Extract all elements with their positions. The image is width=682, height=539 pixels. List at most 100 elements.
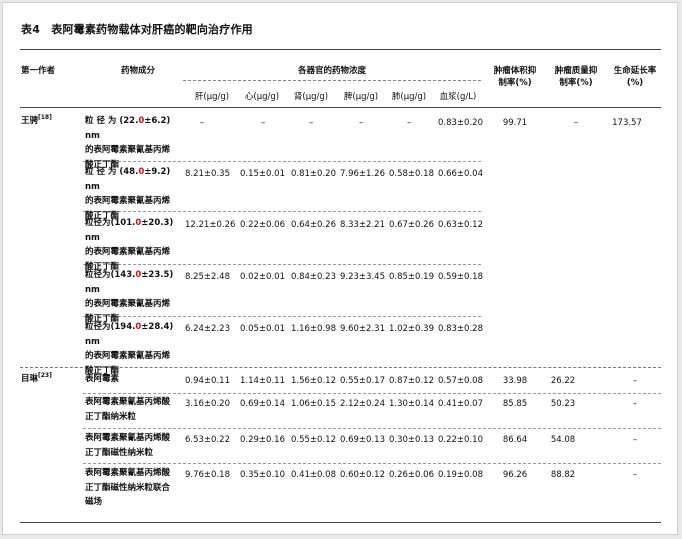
drug-line: 的表阿霉素聚氰基丙烯 xyxy=(85,196,171,206)
drug-line: 正丁酯纳米粒 xyxy=(85,411,137,422)
conc-lung: 0.30±0.13 xyxy=(389,435,434,445)
conc-liver: 8.21±0.35 xyxy=(185,169,230,179)
conc-kidney: 0.64±0.26 xyxy=(291,220,336,230)
conc-spleen: 9.23±3.45 xyxy=(340,272,385,282)
header-survival-line: 生命延长率 xyxy=(613,66,657,76)
drug-line: 的表阿霉素聚氰基丙烯 xyxy=(85,299,171,309)
header-survival: 生命延长率 (%) xyxy=(607,65,663,89)
survival-value: – xyxy=(632,399,638,409)
drug-text: 粒 径 为 (22. xyxy=(85,116,139,126)
drug-line: 粒径为(101.0±20.3) nm xyxy=(85,216,181,245)
conc-plasma: 0.57±0.08 xyxy=(438,376,483,386)
tumor-mass-value: 26.22 xyxy=(550,376,576,386)
conc-lung: 1.30±0.14 xyxy=(389,399,434,409)
conc-group-rule xyxy=(183,80,481,81)
drug-cell: 表阿霉素聚氰基丙烯酸 正丁酯磁性纳米粒 xyxy=(85,431,181,460)
survival-value: – xyxy=(632,376,638,386)
conc-spleen: 0.69±0.13 xyxy=(340,435,385,445)
header-tumor-mass-line: 肿瘤质量抑 xyxy=(554,66,598,76)
conc-liver: 9.76±0.18 xyxy=(185,470,230,480)
survival-value: 173.57 xyxy=(612,118,642,128)
conc-lung: 0.26±0.06 xyxy=(389,470,434,480)
table-title: 表4 表阿霉素药物载体对肝癌的靶向治疗作用 xyxy=(21,23,253,36)
header-plasma: 血浆(g/L) xyxy=(439,92,477,102)
drug-cell: 表阿霉素聚氰基丙烯酸 正丁酯纳米粒 xyxy=(85,395,181,424)
header-tumor-volume-line: 肿瘤体积抑 xyxy=(493,66,537,76)
row-divider xyxy=(83,393,661,394)
conc-heart: 0.69±0.14 xyxy=(240,399,285,409)
conc-heart: 0.05±0.01 xyxy=(240,324,285,334)
header-survival-line: (%) xyxy=(626,78,644,88)
drug-line: 的表阿霉素聚氰基丙烯 xyxy=(85,247,171,257)
tumor-volume-value: 99.71 xyxy=(502,118,528,128)
conc-liver: 6.24±2.23 xyxy=(185,324,230,334)
drug-cell: 表阿霉素 xyxy=(85,372,181,387)
author-text: 目琳 xyxy=(21,374,39,384)
conc-kidney: 1.56±0.12 xyxy=(291,376,336,386)
header-liver: 肝(μg/g) xyxy=(194,92,230,102)
conc-spleen: 0.55±0.17 xyxy=(340,376,385,386)
conc-kidney: 1.06±0.15 xyxy=(291,399,336,409)
header-lung: 肺(μg/g) xyxy=(391,92,427,102)
conc-liver: 3.16±0.20 xyxy=(185,399,230,409)
conc-heart: 1.14±0.11 xyxy=(240,376,285,386)
reference-mark: [23] xyxy=(38,372,52,380)
survival-value: – xyxy=(632,435,638,445)
conc-spleen: 0.60±0.12 xyxy=(340,470,385,480)
tumor-mass-value: 54.08 xyxy=(550,435,576,445)
conc-heart: – xyxy=(261,118,266,128)
drug-line: 粒径为(143.0±23.5) nm xyxy=(85,268,181,297)
conc-kidney: 0.55±0.12 xyxy=(291,435,336,445)
conc-lung: – xyxy=(407,118,412,128)
conc-heart: 0.35±0.10 xyxy=(240,470,285,480)
drug-line: 表阿霉素聚氰基丙烯酸 xyxy=(85,433,171,443)
tumor-mass-value: – xyxy=(573,118,579,128)
drug-text: 粒径为(194. xyxy=(85,322,136,332)
drug-line: 正丁酯磁性纳米粒 xyxy=(85,447,154,458)
conc-kidney: 1.16±0.98 xyxy=(291,324,336,334)
row-divider xyxy=(83,428,661,429)
conc-heart: 0.29±0.16 xyxy=(240,435,285,445)
author-text: 王骋 xyxy=(21,116,39,126)
drug-line: 粒 径 为 (22.0±6.2) nm xyxy=(85,114,181,143)
drug-line: 正丁酯磁性纳米粒联合 xyxy=(85,482,171,493)
drug-line: 粒径为(194.0±28.4) nm xyxy=(85,320,181,349)
drug-text: 粒径为(143. xyxy=(85,270,136,280)
conc-heart: 0.15±0.01 xyxy=(240,169,285,179)
header-tumor-mass-line: 制率(%) xyxy=(559,78,593,88)
drug-cell: 表阿霉素聚氰基丙烯酸 正丁酯磁性纳米粒联合 磁场 xyxy=(85,466,181,510)
conc-lung: 0.85±0.19 xyxy=(389,272,434,282)
drug-line: 粒 径 为 (48.0±9.2) nm xyxy=(85,165,181,194)
conc-kidney: – xyxy=(309,118,314,128)
author-name: 目琳[23] xyxy=(21,373,52,385)
header-tumor-volume-line: 制率(%) xyxy=(498,78,532,88)
conc-lung: 0.87±0.12 xyxy=(389,376,434,386)
header-heart: 心(μg/g) xyxy=(244,92,280,102)
drug-cell: 粒径为(194.0±28.4) nm 的表阿霉素聚氰基丙烯 酸正丁酯 xyxy=(85,320,181,378)
drug-text: 粒 径 为 (48. xyxy=(85,167,139,177)
conc-liver: 8.25±2.48 xyxy=(185,272,230,282)
conc-spleen: – xyxy=(359,118,364,128)
bottom-rule xyxy=(20,522,661,523)
header-kidney: 肾(μg/g) xyxy=(293,92,329,102)
conc-lung: 0.67±0.26 xyxy=(389,220,434,230)
header-drug: 药物成分 xyxy=(120,66,155,76)
header-tumor-mass: 肿瘤质量抑 制率(%) xyxy=(546,65,606,89)
document-page: 表4 表阿霉素药物载体对肝癌的靶向治疗作用 第一作者 药物成分 各器官的药物浓度… xyxy=(2,2,678,535)
conc-plasma: 0.41±0.07 xyxy=(438,399,483,409)
header-author: 第一作者 xyxy=(21,66,56,76)
header-bottom-rule xyxy=(20,107,661,108)
conc-plasma: 0.63±0.12 xyxy=(438,220,483,230)
conc-lung: 0.58±0.18 xyxy=(389,169,434,179)
drug-cell: 粒径为(143.0±23.5) nm 的表阿霉素聚氰基丙烯 酸正丁酯 xyxy=(85,268,181,326)
conc-spleen: 9.60±2.31 xyxy=(340,324,385,334)
conc-kidney: 0.84±0.23 xyxy=(291,272,336,282)
drug-line: 表阿霉素聚氰基丙烯酸 xyxy=(85,468,171,478)
conc-plasma: 0.83±0.20 xyxy=(438,118,483,128)
row-divider xyxy=(83,463,661,464)
drug-line: 的表阿霉素聚氰基丙烯 xyxy=(85,145,171,155)
conc-spleen: 7.96±1.26 xyxy=(340,169,385,179)
conc-liver: 6.53±0.22 xyxy=(185,435,230,445)
drug-line: 磁场 xyxy=(85,497,103,507)
survival-value: – xyxy=(632,470,638,480)
